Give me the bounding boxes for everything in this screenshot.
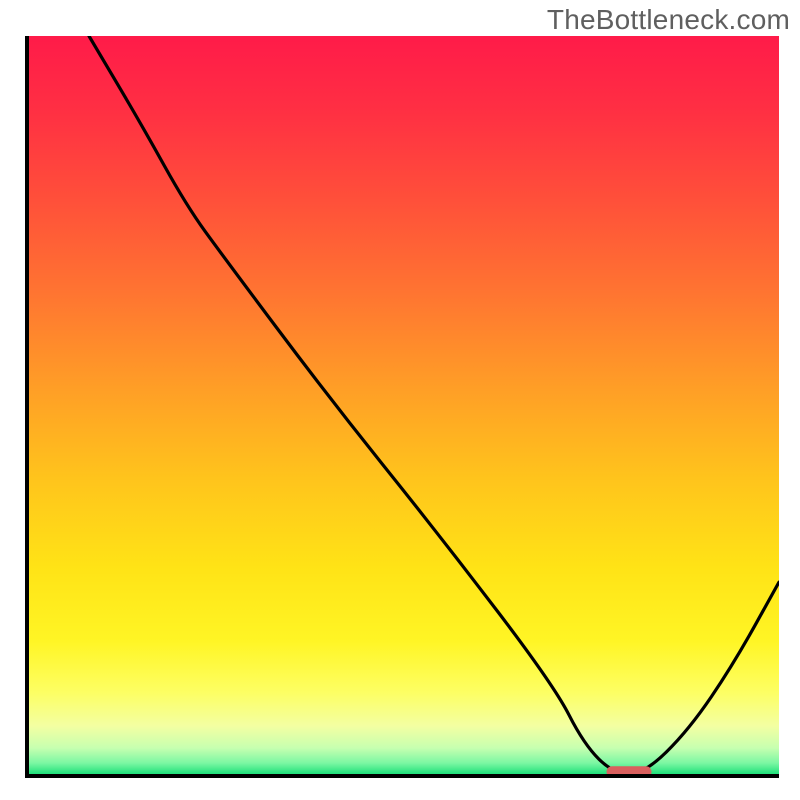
chart-frame: TheBottleneck.com bbox=[0, 0, 800, 800]
plot-area bbox=[25, 36, 779, 778]
curve-layer bbox=[29, 36, 779, 774]
bottleneck-curve-path bbox=[89, 36, 779, 774]
watermark-text: TheBottleneck.com bbox=[547, 4, 790, 36]
optimal-marker bbox=[607, 766, 652, 774]
